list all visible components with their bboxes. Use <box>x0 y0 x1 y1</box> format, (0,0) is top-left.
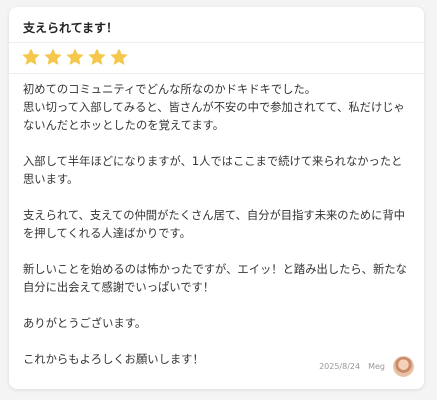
review-paragraph: ありがとうございます。 <box>23 317 147 330</box>
review-date: 2025/8/24 <box>319 362 361 371</box>
star-icon <box>66 48 84 65</box>
stars-divider <box>9 73 424 74</box>
review-meta: 2025/8/24 Meg <box>319 356 414 377</box>
review-title: 支えられてます！ <box>23 21 119 35</box>
review-line: 初めてのコミュニティでどんな所なのかドキドキでした。 思い切って入部してみると、… <box>23 83 405 132</box>
review-paragraph: 支えられて、支えての仲間がたくさん居て、自分が目指す未来のために背中を押してくれ… <box>23 209 406 240</box>
star-icon <box>22 48 40 65</box>
title-divider <box>9 42 424 43</box>
star-rating <box>21 47 129 67</box>
review-card: 支えられてます！ 初めてのコミュニティでどんな所なのかドキドキでした。 思い切っ… <box>9 7 424 389</box>
avatar <box>393 356 414 377</box>
review-paragraph: 入部して半年ほどになりますが、1人ではここまで続けて来られなかったと思います。 <box>23 155 403 186</box>
star-icon <box>88 48 106 65</box>
review-paragraph: 初めてのコミュニティでどんな所なのかドキドキでした。 思い切って入部してみると、… <box>23 81 413 135</box>
review-body: 初めてのコミュニティでどんな所なのかドキドキでした。 思い切って入部してみると、… <box>23 81 413 387</box>
star-icon <box>44 48 62 65</box>
review-author: Meg <box>368 362 385 371</box>
star-icon <box>110 48 128 65</box>
review-paragraph: 新しいことを始めるのは怖かったですが、エイッ！と踏み出したら、新たな自分に出会え… <box>23 263 407 294</box>
